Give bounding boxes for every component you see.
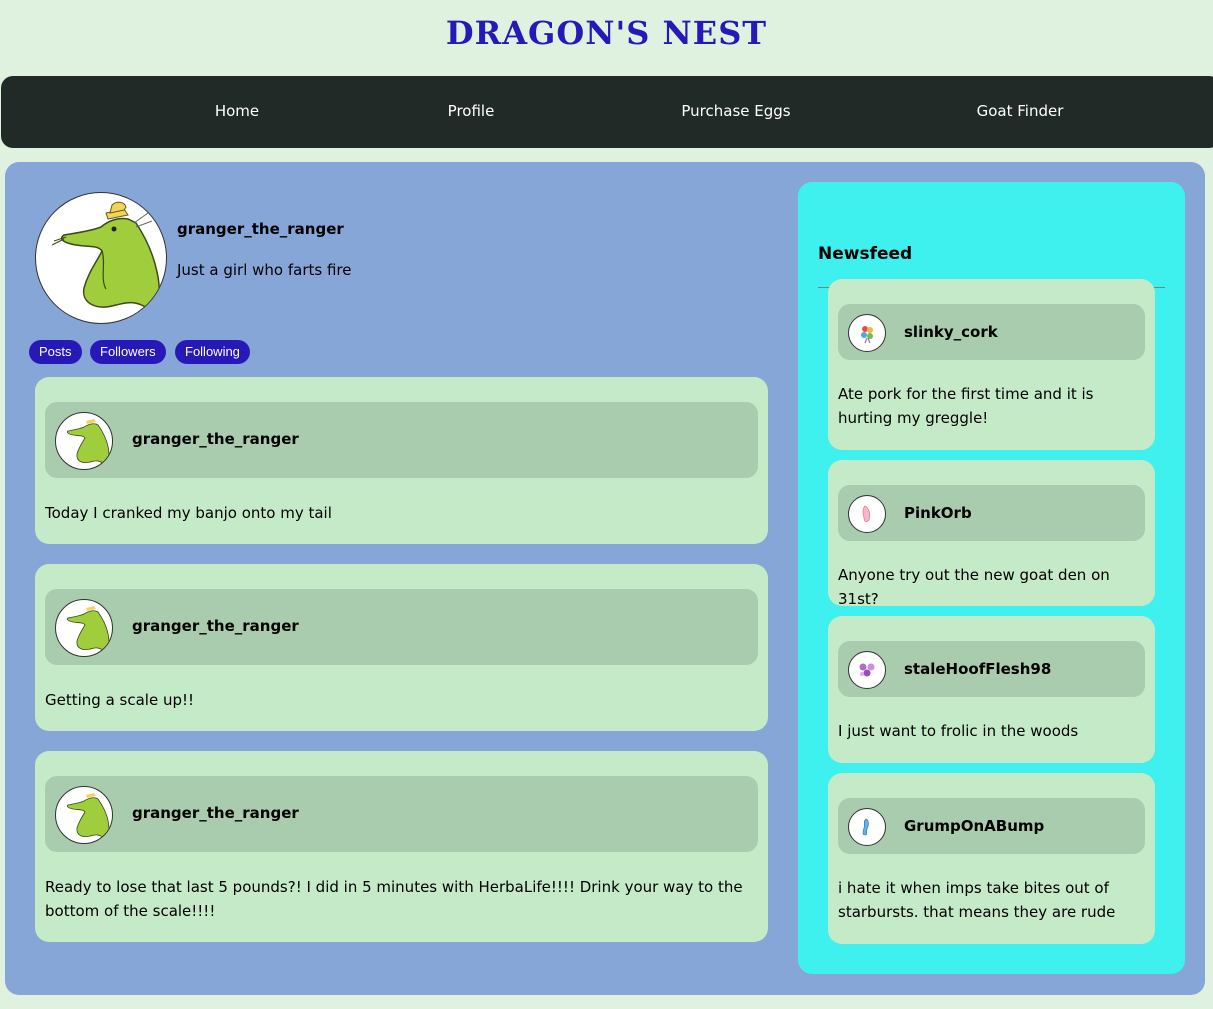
feed-text: I just want to frolic in the woods [838,722,1079,740]
post-username[interactable]: granger_the_ranger [132,804,299,822]
tab-following[interactable]: Following [175,340,250,364]
post-username[interactable]: granger_the_ranger [132,430,299,448]
green-dragon-icon [66,606,110,653]
nav-goat-finder[interactable]: Goat Finder [977,102,1064,120]
profile-panel: granger_the_ranger Just a girl who farts… [5,162,1205,995]
post-avatar[interactable] [55,412,113,470]
tab-posts[interactable]: Posts [29,340,82,364]
post-header: granger_the_ranger [45,776,758,852]
rainbow-creature-icon [861,326,873,344]
post-avatar[interactable] [55,786,113,844]
post-card: granger_the_ranger Getting a scale up!! [35,564,768,731]
post-text: Today I cranked my banjo onto my tail [45,504,332,522]
post-card: granger_the_ranger Today I cranked my ba… [35,377,768,544]
post-card: granger_the_ranger Ready to lose that la… [35,751,768,942]
pink-creature-icon [862,505,871,523]
feed-item: PinkOrb Anyone try out the new goat den … [828,460,1155,608]
post-username[interactable]: granger_the_ranger [132,617,299,635]
post-avatar[interactable] [55,599,113,657]
profile-username: granger_the_ranger [177,220,344,238]
profile-avatar[interactable] [35,192,167,324]
site-title: DRAGON'S NEST [445,14,768,52]
post-text: Ready to lose that last 5 pounds?! I did… [45,878,743,920]
feed-header: PinkOrb [838,485,1145,541]
tab-followers[interactable]: Followers [90,340,166,364]
feed-item: staleHoofFlesh98 I just want to frolic i… [828,616,1155,763]
feed-text: Ate pork for the first time and it is hu… [838,385,1094,427]
feed-header: GrumpOnABump [838,798,1145,854]
feed-avatar[interactable] [848,495,886,533]
feed-username[interactable]: GrumpOnABump [904,817,1044,835]
green-dragon-with-hat-icon [51,201,160,315]
feed-avatar[interactable] [848,314,886,352]
blue-creature-icon [862,818,869,836]
feed-text: i hate it when imps take bites out of st… [838,879,1116,921]
nav-home[interactable]: Home [215,102,259,120]
purple-creature-icon [859,663,875,677]
nav-profile[interactable]: Profile [448,102,495,120]
feed-item: GrumpOnABump i hate it when imps take bi… [828,773,1155,944]
post-header: granger_the_ranger [45,589,758,665]
feed-username[interactable]: PinkOrb [904,504,972,522]
post-header: granger_the_ranger [45,402,758,478]
feed-header: slinky_cork [838,304,1145,360]
feed-header: staleHoofFlesh98 [838,641,1145,697]
newsfeed: Newsfeed slinky_cork Ate pork for the fi… [798,182,1185,974]
green-dragon-icon [66,419,110,466]
feed-avatar[interactable] [848,651,886,689]
feed-text: Anyone try out the new goat den on 31st? [838,566,1110,608]
profile-bio: Just a girl who farts fire [177,261,352,279]
feed-item: slinky_cork Ate pork for the first time … [828,279,1155,450]
navbar: Home Profile Purchase Eggs Goat Finder [1,76,1213,148]
feed-avatar[interactable] [848,808,886,846]
nav-purchase-eggs[interactable]: Purchase Eggs [681,102,790,120]
post-text: Getting a scale up!! [45,691,195,709]
green-dragon-icon [66,793,110,840]
newsfeed-title: Newsfeed [818,244,913,264]
feed-username[interactable]: staleHoofFlesh98 [904,660,1051,678]
feed-username[interactable]: slinky_cork [904,323,998,341]
